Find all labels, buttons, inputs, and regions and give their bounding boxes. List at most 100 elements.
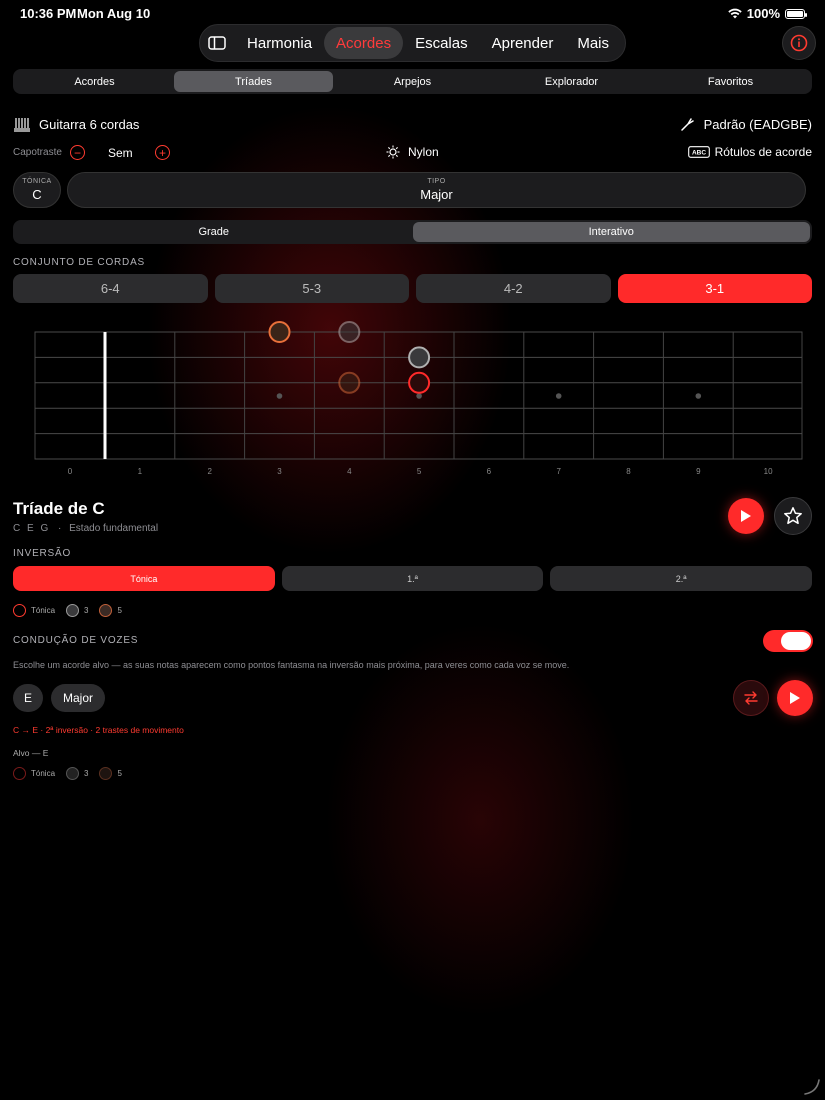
legend-third: 3 [66, 604, 88, 617]
capo-label: Capotraste [13, 147, 62, 158]
fret-number: 1 [138, 467, 143, 476]
sidebar-toggle-button[interactable] [204, 28, 229, 58]
chord-notes: C E G [13, 523, 51, 534]
fret-number: 3 [277, 467, 282, 476]
capo-value: Sem [108, 146, 133, 160]
nav-mais[interactable]: Mais [565, 27, 621, 59]
subtab-arpejos[interactable]: Arpejos [333, 71, 492, 92]
third-dot-icon [66, 604, 80, 617]
fret-inlay-dot [555, 393, 562, 399]
capo-increase-button[interactable]: + [155, 145, 170, 160]
type-selector[interactable]: TIPO Major [67, 172, 806, 208]
minus-icon: − [73, 145, 81, 160]
nav-escalas[interactable]: Escalas [403, 27, 480, 59]
legend-third-label: 3 [84, 606, 89, 615]
play-chord-button[interactable] [728, 498, 764, 534]
string-type-selector[interactable]: Nylon [386, 145, 439, 159]
target-note-selector[interactable]: E [13, 684, 43, 712]
fret-number: 0 [68, 467, 73, 476]
chord-labels-toggle[interactable]: ABC Rótulos de acorde [687, 145, 812, 159]
fret-number: 7 [556, 467, 561, 476]
fretboard[interactable]: 0 1 2 3 4 5 6 7 8 9 10 [0, 315, 825, 485]
root-dot-icon [13, 604, 26, 617]
status-time: 10:36 PM [20, 6, 77, 21]
subtab-acordes[interactable]: Acordes [15, 71, 174, 92]
note-dot-fifth [338, 371, 361, 394]
resize-handle-icon[interactable] [803, 1078, 821, 1096]
nav-aprender[interactable]: Aprender [480, 27, 566, 59]
fret-inlay-dot [695, 393, 702, 399]
inversion-root[interactable]: Tónica [13, 566, 275, 591]
target-legend-third-label: 3 [84, 769, 89, 778]
sidebar-icon [207, 36, 226, 50]
string-set-6-4[interactable]: 6-4 [13, 274, 208, 303]
string-set-buttons: 6-4 5-3 4-2 3-1 [13, 274, 812, 303]
note-dot-root [408, 371, 431, 394]
subtab-triades[interactable]: Tríades [174, 71, 333, 92]
toggle-knob [781, 632, 811, 650]
legend-root-label: Tónica [31, 606, 56, 615]
type-value: Major [420, 187, 453, 202]
battery-icon [785, 8, 807, 19]
target-legend-third: 3 [66, 767, 88, 780]
swap-icon [744, 691, 758, 705]
fret-number: 2 [207, 467, 212, 476]
target-legend-root-label: Tónica [31, 769, 56, 778]
status-date: Mon Aug 10 [77, 6, 151, 21]
subtab-explorador[interactable]: Explorador [492, 71, 651, 92]
favorite-button[interactable] [774, 497, 812, 535]
inversion-title: INVERSÃO [13, 548, 72, 559]
target-legend-fifth: 5 [99, 767, 122, 780]
capo-decrease-button[interactable]: − [70, 145, 85, 160]
nav-harmonia[interactable]: Harmonia [235, 27, 324, 59]
string-set-4-2[interactable]: 4-2 [416, 274, 611, 303]
voice-leading-result: C → E · 2ª inversão · 2 trastes de movim… [13, 725, 184, 735]
legend-fifth: 5 [99, 604, 122, 617]
target-legend-root: Tónica [13, 767, 55, 780]
tuning-selector[interactable]: Padrão (EADGBE) [680, 116, 812, 132]
tab-grade[interactable]: Grade [15, 222, 413, 242]
abc-icon: ABC [687, 146, 710, 158]
fifth-dot-icon [99, 604, 113, 617]
svg-text:ABC: ABC [692, 150, 706, 157]
fret-number: 5 [417, 467, 422, 476]
info-button[interactable] [782, 26, 816, 60]
battery-percent: 100% [746, 6, 780, 21]
inversion-buttons: Tónica 1.ª 2.ª [13, 566, 813, 591]
chord-subtabs: Acordes Tríades Arpejos Explorador Favor… [13, 69, 812, 94]
voice-leading-toggle[interactable] [763, 630, 813, 652]
note-dot-third [408, 346, 431, 369]
fret-number: 6 [487, 467, 492, 476]
target-third-dot-icon [66, 767, 80, 780]
separator-dot: · [58, 523, 62, 534]
target-type-selector[interactable]: Major [51, 684, 105, 712]
tonic-selector[interactable]: TÓNICA C [13, 172, 61, 208]
target-root-dot-icon [13, 767, 26, 780]
fret-number: 8 [626, 467, 631, 476]
tuning-fork-icon [680, 118, 694, 131]
inversion-second[interactable]: 2.ª [550, 566, 813, 591]
inversion-first[interactable]: 1.ª [281, 566, 544, 591]
tonic-value: C [32, 187, 42, 202]
play-icon [790, 692, 800, 704]
voice-leading-title: CONDUÇÃO DE VOZES [13, 635, 139, 646]
string-set-5-3[interactable]: 5-3 [214, 274, 409, 303]
play-voice-leading-button[interactable] [777, 680, 813, 716]
tuning-name: Padrão (EADGBE) [703, 116, 812, 132]
legend-root: Tónica [13, 604, 55, 617]
string-set-3-1[interactable]: 3-1 [617, 274, 812, 303]
target-legend-fifth-label: 5 [117, 769, 122, 778]
background-glow [0, 0, 825, 1100]
chord-title: Tríade de C [13, 499, 105, 518]
swap-chords-button[interactable] [733, 680, 769, 716]
tab-interativo[interactable]: Interativo [412, 222, 810, 242]
string-set-title: CONJUNTO DE CORDAS [13, 257, 146, 268]
info-icon [790, 34, 808, 52]
subtab-favoritos[interactable]: Favoritos [651, 71, 810, 92]
fret-number: 10 [764, 467, 773, 476]
plus-icon: + [158, 145, 166, 160]
target-fifth-dot-icon [99, 767, 113, 780]
star-icon [784, 507, 802, 525]
instrument-selector[interactable]: Guitarra 6 cordas [13, 116, 139, 132]
nav-acordes[interactable]: Acordes [324, 27, 404, 59]
